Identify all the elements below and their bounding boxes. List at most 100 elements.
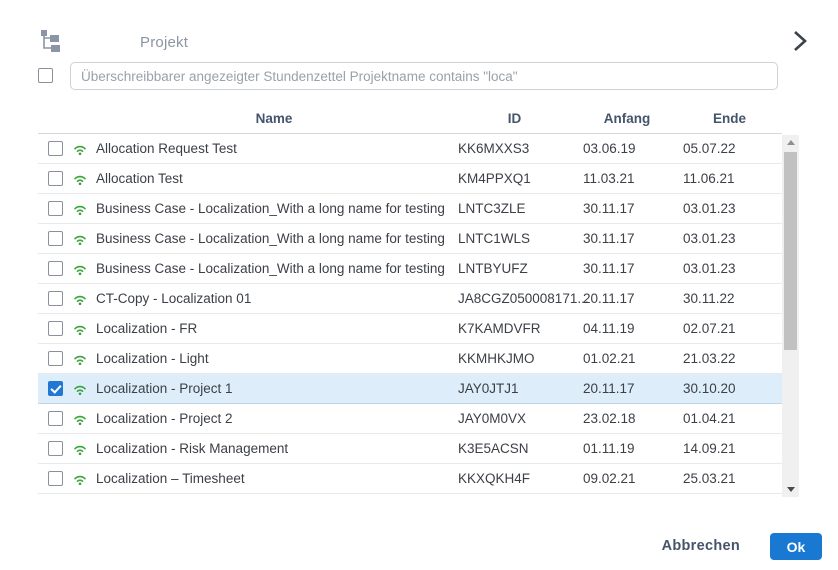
cell-ende: 01.04.21 [677, 411, 782, 426]
cell-anfang: 09.02.21 [577, 471, 677, 486]
row-checkbox[interactable] [48, 201, 63, 216]
cell-id: KKXQKH4F [452, 471, 577, 486]
cell-name: Allocation Test [96, 171, 452, 186]
cell-ende: 14.09.21 [677, 441, 782, 456]
column-header-id: ID [452, 111, 577, 126]
row-checkbox[interactable] [48, 291, 63, 306]
hierarchy-icon [38, 28, 62, 52]
table-row[interactable]: Business Case - Localization_With a long… [38, 194, 782, 224]
cell-ende: 05.07.22 [677, 141, 782, 156]
wifi-icon [72, 441, 88, 457]
filter-input[interactable] [70, 62, 778, 90]
project-picker-dialog: Projekt Name ID Anfang Ende [0, 0, 838, 570]
table-row[interactable]: Allocation Test KM4PPXQ1 11.03.21 11.06.… [38, 164, 782, 194]
row-checkbox[interactable] [48, 141, 63, 156]
scroll-down-arrow-icon[interactable] [782, 482, 799, 497]
cell-name: Localization – Timesheet [96, 471, 452, 486]
project-table-body: Allocation Request Test KK6MXXS3 03.06.1… [38, 134, 782, 494]
table-row[interactable]: Localization - Risk Management K3E5ACSN … [38, 434, 782, 464]
cell-ende: 30.10.20 [677, 381, 782, 396]
table-row[interactable]: Allocation Request Test KK6MXXS3 03.06.1… [38, 134, 782, 164]
cell-ende: 11.06.21 [677, 171, 782, 186]
cell-ende: 03.01.23 [677, 231, 782, 246]
cell-anfang: 20.11.17 [577, 381, 677, 396]
cell-anfang: 23.02.18 [577, 411, 677, 426]
wifi-icon [72, 381, 88, 397]
vertical-scrollbar[interactable] [782, 135, 799, 497]
table-row[interactable]: CT-Copy - Localization 01 JA8CGZ05000817… [38, 284, 782, 314]
cell-name: Localization - Project 1 [96, 381, 452, 396]
row-checkbox[interactable] [48, 351, 63, 366]
table-row[interactable]: Localization - Project 2 JAY0M0VX 23.02.… [38, 404, 782, 434]
cell-ende: 02.07.21 [677, 321, 782, 336]
row-checkbox[interactable] [48, 411, 63, 426]
cell-ende: 03.01.23 [677, 201, 782, 216]
scrollbar-thumb[interactable] [784, 152, 797, 350]
scroll-up-arrow-icon[interactable] [782, 135, 799, 150]
cell-id: LNTC3ZLE [452, 201, 577, 216]
row-checkbox[interactable] [48, 231, 63, 246]
cell-id: JA8CGZ050008171... [452, 291, 577, 306]
expand-button[interactable] [786, 28, 812, 54]
page-title: Projekt [140, 34, 188, 51]
cell-anfang: 30.11.17 [577, 261, 677, 276]
cell-anfang: 01.02.21 [577, 351, 677, 366]
wifi-icon [72, 291, 88, 307]
wifi-icon [72, 171, 88, 187]
wifi-icon [72, 321, 88, 337]
cell-id: JAY0M0VX [452, 411, 577, 426]
row-checkbox[interactable] [48, 381, 63, 396]
wifi-icon [72, 141, 88, 157]
row-checkbox[interactable] [48, 471, 63, 486]
cell-id: KK6MXXS3 [452, 141, 577, 156]
cell-id: KM4PPXQ1 [452, 171, 577, 186]
cell-name: Localization - FR [96, 321, 452, 336]
table-row[interactable]: Localization - FR K7KAMDVFR 04.11.19 02.… [38, 314, 782, 344]
cell-ende: 25.03.21 [677, 471, 782, 486]
cell-id: K3E5ACSN [452, 441, 577, 456]
chevron-right-icon [786, 28, 812, 54]
row-checkbox[interactable] [48, 441, 63, 456]
cell-anfang: 20.11.17 [577, 291, 677, 306]
cell-id: KKMHKJMO [452, 351, 577, 366]
cell-ende: 03.01.23 [677, 261, 782, 276]
row-checkbox[interactable] [48, 321, 63, 336]
cell-ende: 21.03.22 [677, 351, 782, 366]
cell-anfang: 30.11.17 [577, 231, 677, 246]
cell-name: Business Case - Localization_With a long… [96, 231, 452, 246]
select-all-checkbox[interactable] [38, 68, 53, 83]
row-checkbox[interactable] [48, 261, 63, 276]
cell-name: Business Case - Localization_With a long… [96, 201, 452, 216]
wifi-icon [72, 261, 88, 277]
wifi-icon [72, 471, 88, 487]
cell-anfang: 30.11.17 [577, 201, 677, 216]
cell-anfang: 04.11.19 [577, 321, 677, 336]
cell-name: CT-Copy - Localization 01 [96, 291, 452, 306]
cell-name: Allocation Request Test [96, 141, 452, 156]
cancel-button[interactable]: Abbrechen [662, 538, 740, 554]
table-row[interactable]: Localization - Light KKMHKJMO 01.02.21 2… [38, 344, 782, 374]
cell-name: Localization - Light [96, 351, 452, 366]
table-row[interactable]: Localization – Timesheet KKXQKH4F 09.02.… [38, 464, 782, 494]
wifi-icon [72, 201, 88, 217]
cell-anfang: 03.06.19 [577, 141, 677, 156]
table-header-row: Name ID Anfang Ende [38, 104, 782, 134]
table-row[interactable]: Business Case - Localization_With a long… [38, 254, 782, 284]
cell-name: Localization - Project 2 [96, 411, 452, 426]
table-row[interactable]: Localization - Project 1 JAY0JTJ1 20.11.… [38, 374, 782, 404]
row-checkbox[interactable] [48, 171, 63, 186]
cell-id: LNTBYUFZ [452, 261, 577, 276]
table-row[interactable]: Business Case - Localization_With a long… [38, 224, 782, 254]
project-table: Name ID Anfang Ende Allocation Request T… [38, 104, 782, 494]
cell-name: Localization - Risk Management [96, 441, 452, 456]
column-header-name: Name [96, 111, 452, 126]
ok-button[interactable]: Ok [770, 533, 822, 560]
cell-ende: 30.11.22 [677, 291, 782, 306]
cell-anfang: 11.03.21 [577, 171, 677, 186]
wifi-icon [72, 231, 88, 247]
cell-anfang: 01.11.19 [577, 441, 677, 456]
column-header-ende: Ende [677, 111, 782, 126]
cell-id: K7KAMDVFR [452, 321, 577, 336]
column-header-anfang: Anfang [577, 111, 677, 126]
cell-id: JAY0JTJ1 [452, 381, 577, 396]
